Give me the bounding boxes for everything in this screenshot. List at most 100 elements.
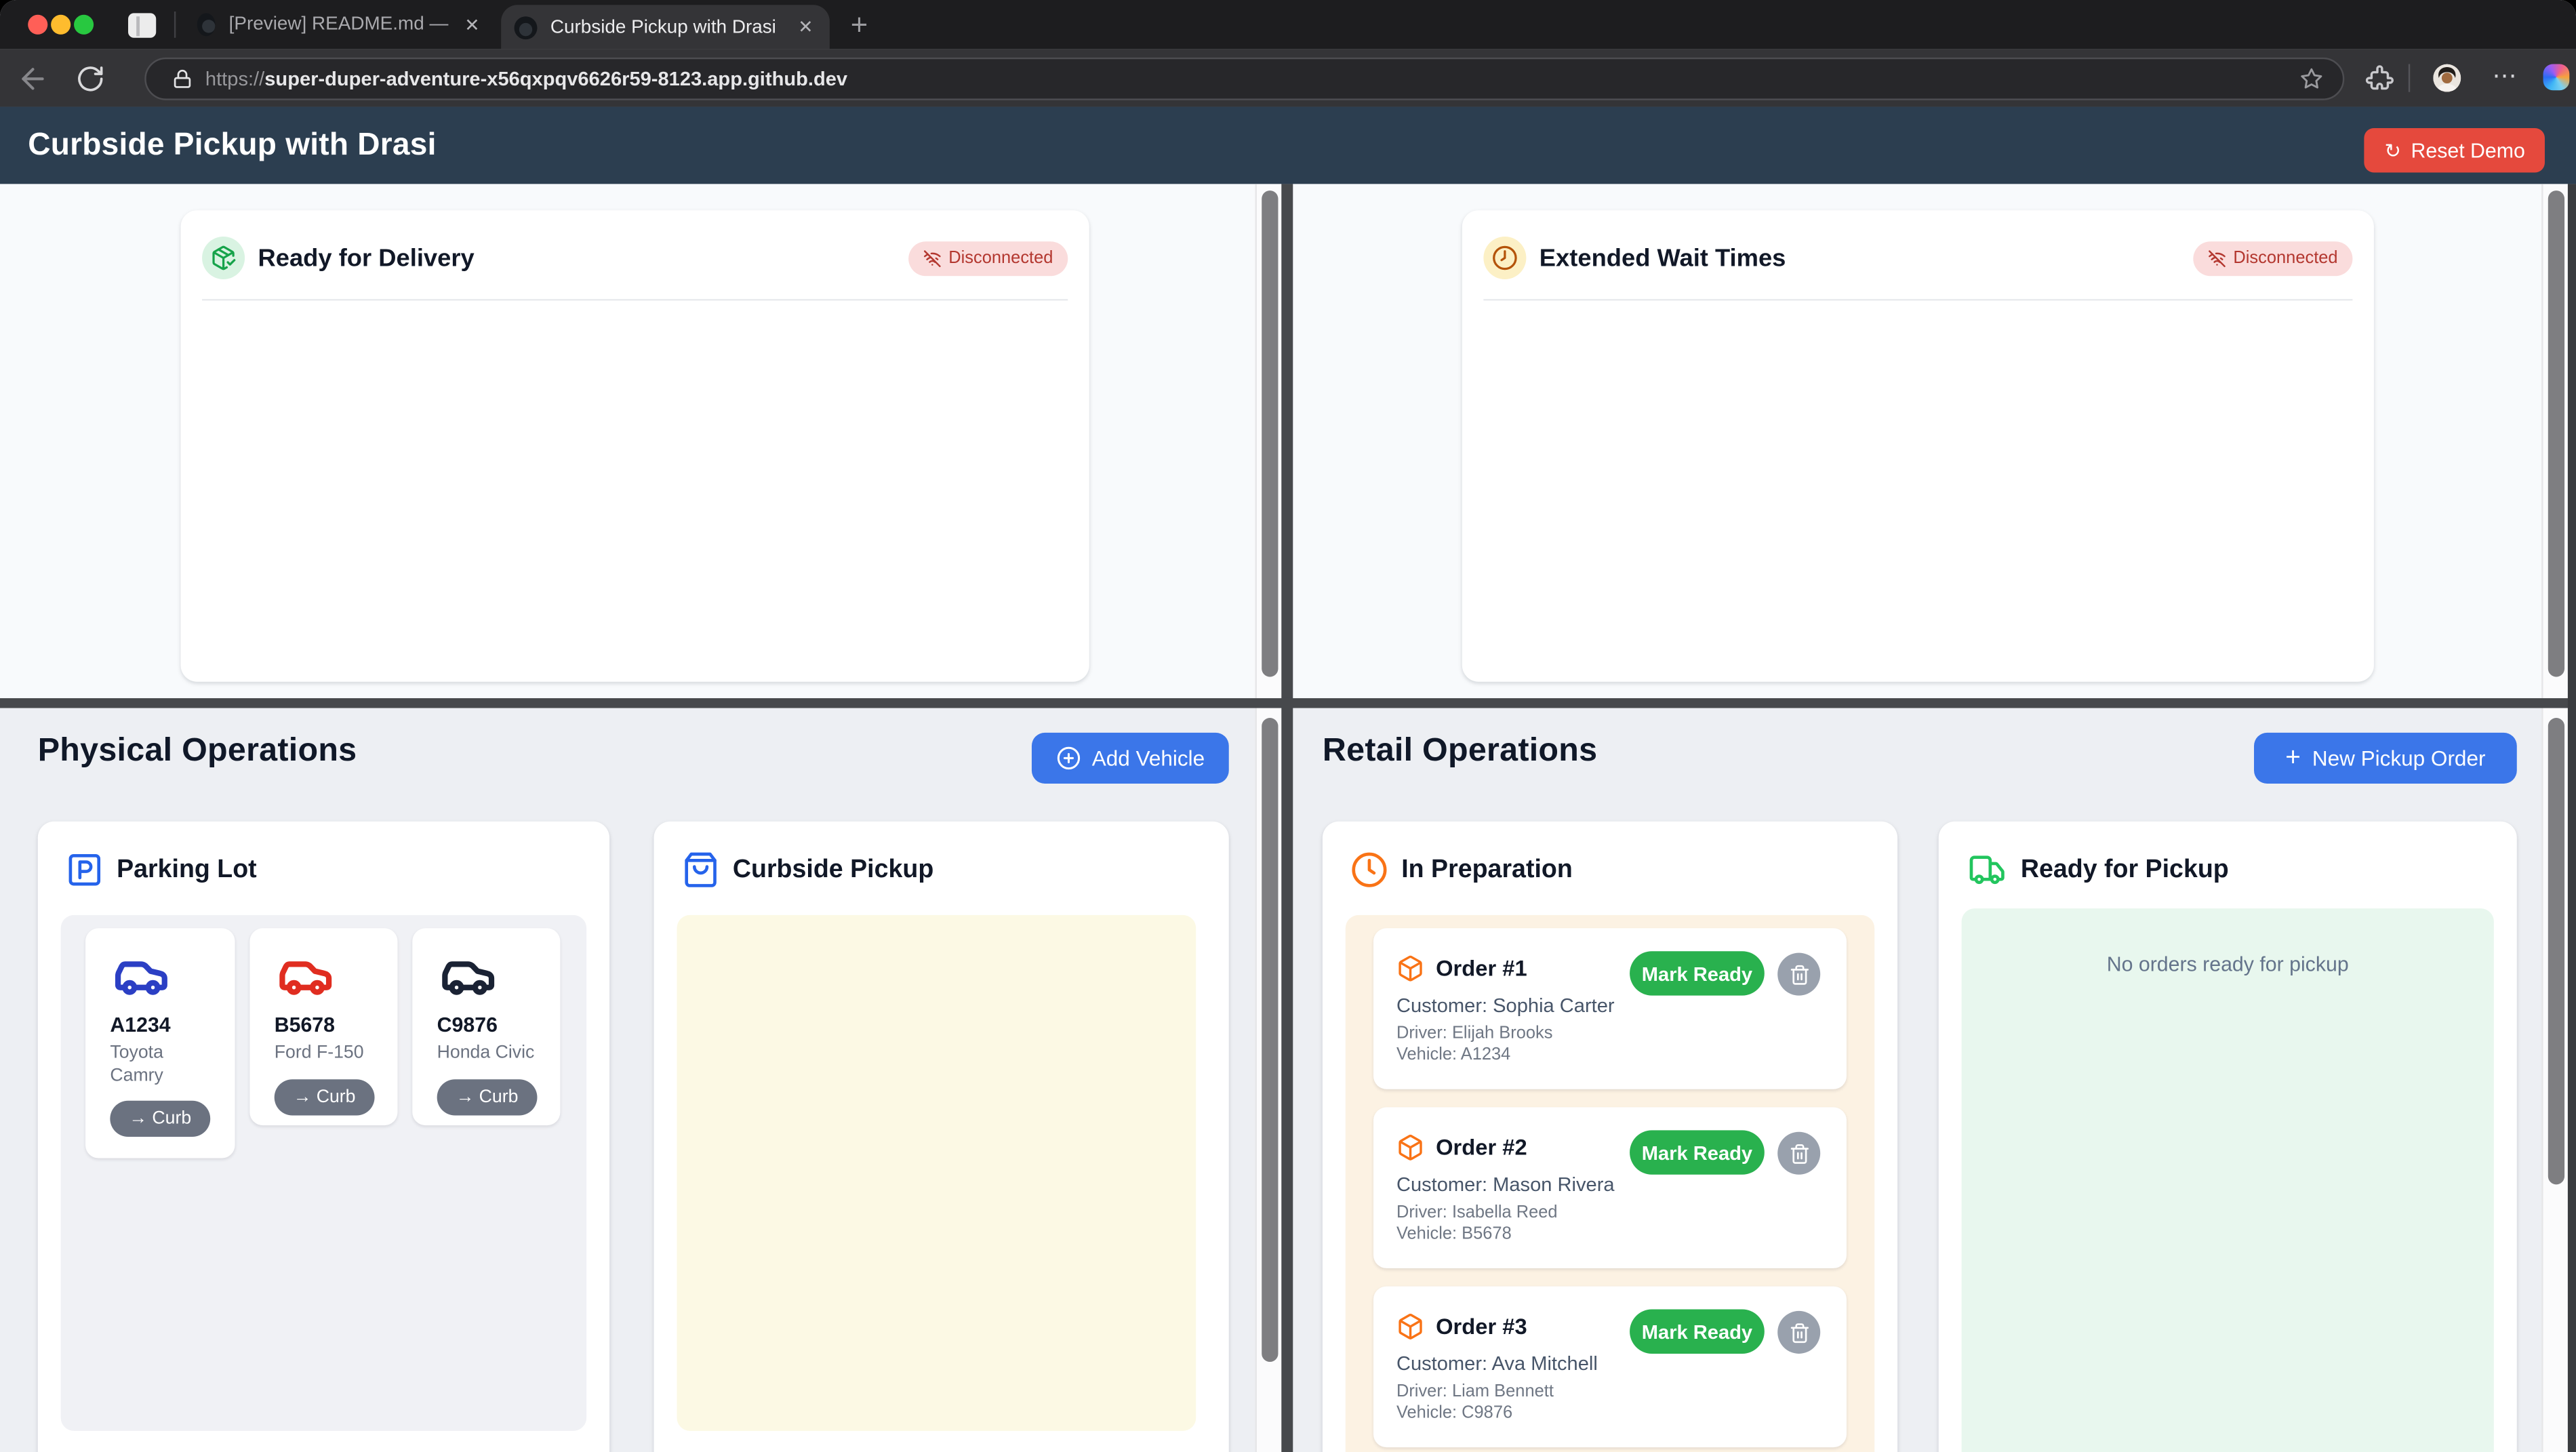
url-host: super-duper-adventure-x56qxpqv6626r59-81… [264, 67, 847, 90]
card-title: Extended Wait Times [1539, 244, 2194, 272]
arrow-right-icon: → [129, 1109, 147, 1129]
package-icon [1396, 1133, 1424, 1161]
status-badge: Disconnected [2194, 241, 2352, 275]
scrollbar-track[interactable] [2541, 184, 2568, 698]
tab-title: Curbside Pickup with Drasi [550, 17, 785, 37]
browser-window: [Preview] README.md — curbsi ✕ Curbside … [0, 0, 2576, 1452]
new-pickup-order-button[interactable]: + New Pickup Order [2254, 733, 2517, 784]
ready-for-delivery-card: Ready for Delivery Disconnected [181, 210, 1089, 682]
trash-icon [1788, 1322, 1810, 1344]
wifi-off-icon [2209, 249, 2227, 267]
lock-icon [172, 69, 192, 89]
ready-for-pickup-card: Ready for Pickup No orders ready for pic… [1939, 822, 2517, 1452]
curbside-dropzone [677, 915, 1196, 1431]
arrow-right-icon: → [456, 1087, 475, 1107]
order-card: Order #2 Mark Ready Customer: Mason Rive… [1373, 1107, 1847, 1268]
pane-divider-vertical [1281, 184, 1293, 1452]
app-header: Curbside Pickup with Drasi ↻ Reset Demo [0, 107, 2576, 184]
mark-ready-button[interactable]: Mark Ready [1630, 951, 1765, 995]
maximize-window-button[interactable] [74, 15, 94, 35]
mark-ready-button[interactable]: Mark Ready [1630, 1130, 1765, 1174]
scrollbar-thumb[interactable] [1262, 718, 1278, 1362]
url-bar[interactable]: https://super-duper-adventure-x56qxpqv66… [144, 58, 2344, 100]
curbside-pickup-card: Curbside Pickup [654, 822, 1229, 1452]
plus-icon: + [2285, 744, 2301, 773]
tab-close-icon[interactable]: ✕ [451, 14, 496, 36]
order-card: Order #3 Mark Ready Customer: Ava Mitche… [1373, 1287, 1847, 1447]
card-title: Ready for Pickup [2021, 855, 2229, 885]
vehicle-model: Toyota Camry [110, 1043, 215, 1087]
scrollbar-track[interactable] [1255, 708, 1282, 1452]
reset-label: Reset Demo [2411, 139, 2524, 162]
close-window-button[interactable] [28, 15, 47, 35]
retail-operations-pane: Retail Operations + New Pickup Order In … [1293, 708, 2541, 1452]
order-customer: Customer: Mason Rivera [1396, 1173, 1615, 1196]
tab-title: [Preview] README.md — curbsi [229, 15, 451, 35]
vehicle-card[interactable]: A1234 Toyota Camry →Curb [85, 928, 235, 1158]
url-text: https://super-duper-adventure-x56qxpqv66… [205, 67, 2287, 90]
extended-wait-card: Extended Wait Times Disconnected [1462, 210, 2374, 682]
order-driver: Driver: Elijah Brooks [1396, 1024, 1553, 1043]
trash-icon [1788, 1143, 1810, 1165]
ready-for-delivery-pane: Ready for Delivery Disconnected [0, 184, 1255, 698]
scrollbar-thumb[interactable] [1262, 190, 1278, 677]
sidebar-toggle-icon[interactable] [128, 13, 156, 37]
copilot-icon[interactable] [2543, 64, 2570, 91]
vehicle-card[interactable]: C9876 Honda Civic →Curb [412, 928, 560, 1125]
section-title-physical: Physical Operations [38, 733, 357, 771]
card-title: Parking Lot [117, 855, 257, 885]
more-menu-icon[interactable]: ⋯ [2484, 56, 2527, 98]
truck-icon [1967, 851, 2008, 889]
card-divider [202, 299, 1068, 300]
delete-order-button[interactable] [1777, 953, 1820, 996]
order-vehicle: Vehicle: B5678 [1396, 1224, 1512, 1243]
scrollbar-track[interactable] [2541, 708, 2568, 1452]
bookmark-star-icon[interactable] [2300, 67, 2323, 90]
delete-order-button[interactable] [1777, 1132, 1820, 1175]
vehicle-plate: A1234 [110, 1013, 170, 1036]
github-favicon [197, 13, 216, 36]
github-favicon [515, 16, 538, 39]
minimize-window-button[interactable] [51, 15, 71, 35]
card-title: In Preparation [1401, 855, 1573, 885]
section-title-retail: Retail Operations [1323, 733, 1597, 771]
curb-label: Curb [479, 1087, 519, 1107]
clock-icon [1350, 851, 1388, 889]
to-curb-button[interactable]: →Curb [437, 1079, 538, 1115]
tab-readme-preview[interactable]: [Preview] README.md — curbsi ✕ [184, 0, 496, 49]
reset-icon: ↻ [2385, 139, 2401, 162]
tab-close-icon[interactable]: ✕ [785, 16, 830, 38]
to-curb-button[interactable]: →Curb [110, 1101, 210, 1137]
delete-order-button[interactable] [1777, 1311, 1820, 1354]
pane-divider-horizontal [0, 698, 2576, 708]
clock-icon [1483, 237, 1526, 279]
physical-operations-pane: Physical Operations Add Vehicle Parking … [0, 708, 1255, 1452]
page-title: Curbside Pickup with Drasi [28, 127, 436, 163]
reset-demo-button[interactable]: ↻ Reset Demo [2364, 128, 2544, 172]
mark-ready-button[interactable]: Mark Ready [1630, 1310, 1765, 1354]
order-card: Order #1 Mark Ready Customer: Sophia Car… [1373, 928, 1847, 1089]
extensions-puzzle-icon[interactable] [2366, 64, 2394, 92]
order-customer: Customer: Ava Mitchell [1396, 1352, 1598, 1375]
toolbar-separator [2409, 64, 2410, 92]
profile-avatar[interactable] [2433, 64, 2461, 92]
scrollbar-thumb[interactable] [2548, 190, 2564, 677]
reload-button[interactable] [75, 64, 105, 94]
shopping-bag-icon [682, 851, 720, 889]
car-icon [273, 948, 338, 1003]
parking-icon [66, 851, 104, 889]
scrollbar-track[interactable] [1255, 184, 1282, 698]
curb-label: Curb [152, 1109, 191, 1129]
back-button[interactable] [16, 62, 49, 95]
circle-plus-icon [1055, 746, 1080, 770]
scrollbar-thumb[interactable] [2548, 718, 2564, 1184]
order-id: Order #3 [1436, 1314, 1527, 1339]
url-protocol: https:// [205, 67, 264, 90]
package-check-icon [202, 237, 245, 279]
tab-curbside-pickup[interactable]: Curbside Pickup with Drasi ✕ [501, 5, 830, 49]
add-vehicle-button[interactable]: Add Vehicle [1032, 733, 1229, 784]
vehicle-card[interactable]: B5678 Ford F-150 →Curb [249, 928, 397, 1125]
add-vehicle-label: Add Vehicle [1092, 746, 1205, 770]
new-tab-button[interactable]: + [841, 7, 877, 43]
to-curb-button[interactable]: →Curb [275, 1079, 375, 1115]
